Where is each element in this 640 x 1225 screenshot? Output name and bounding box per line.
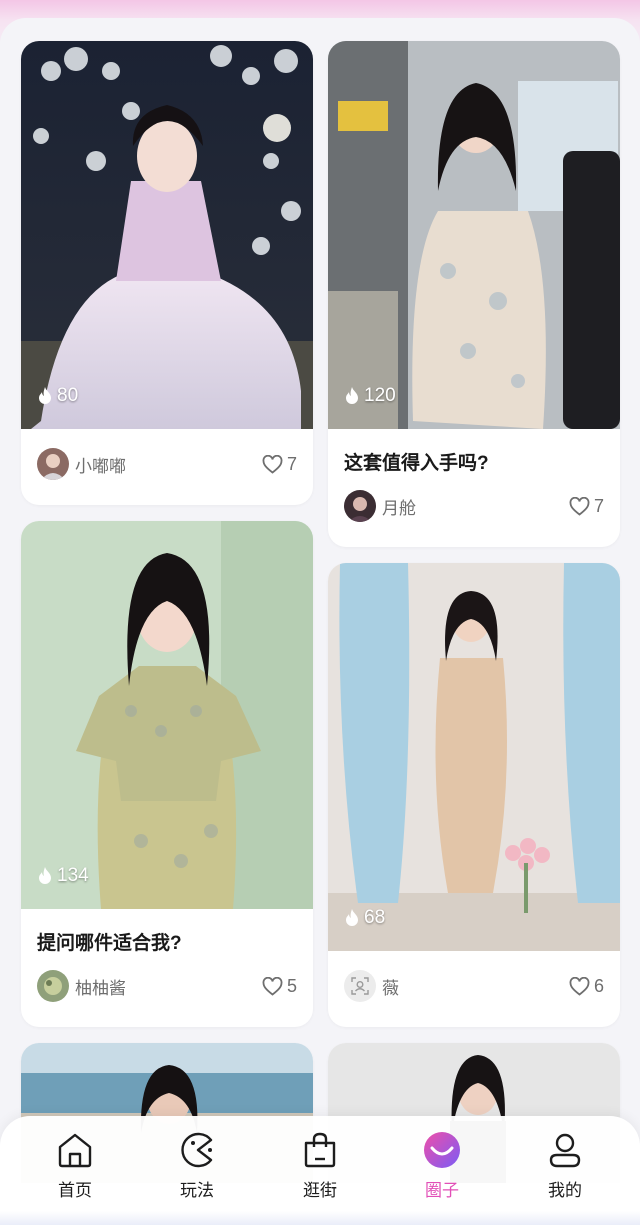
pacman-icon bbox=[181, 1132, 213, 1168]
heat-value: 68 bbox=[364, 907, 386, 928]
tab-play[interactable]: 玩法 bbox=[152, 1130, 242, 1201]
heat-count: 120 bbox=[344, 385, 396, 407]
heat-count: 68 bbox=[344, 907, 385, 929]
post-meta: 月舱 7 bbox=[344, 490, 604, 522]
avatar[interactable] bbox=[344, 490, 376, 522]
post-meta: 小嘟嘟 7 bbox=[37, 448, 297, 480]
like-button[interactable]: 5 bbox=[262, 976, 297, 997]
author-name[interactable]: 月舱 bbox=[382, 494, 569, 519]
home-indicator-area bbox=[0, 1211, 640, 1225]
like-count: 7 bbox=[593, 495, 604, 516]
post-title[interactable]: 提问哪件适合我? bbox=[37, 928, 182, 955]
heat-value: 120 bbox=[364, 385, 396, 406]
post-card[interactable]: 80 小嘟嘟 7 bbox=[21, 41, 313, 505]
feed-sheet: 80 小嘟嘟 7 120 这套值得入手吗? 月舱 7 134 提问哪件适合我? … bbox=[0, 18, 640, 1225]
heat-count: 134 bbox=[37, 865, 89, 887]
post-card[interactable]: 68 薇 6 bbox=[328, 563, 620, 1027]
flame-icon bbox=[39, 867, 51, 884]
heart-icon bbox=[569, 496, 590, 516]
heart-icon bbox=[262, 454, 283, 474]
avatar[interactable] bbox=[37, 970, 69, 1002]
like-count: 5 bbox=[286, 975, 297, 996]
post-meta: 柚柚酱 5 bbox=[37, 970, 297, 1002]
tab-label: 逛街 bbox=[303, 1181, 337, 1200]
like-count: 6 bbox=[593, 975, 604, 996]
avatar[interactable] bbox=[37, 448, 69, 480]
tab-circle[interactable]: 圈子 bbox=[397, 1130, 487, 1201]
post-card[interactable]: 120 这套值得入手吗? 月舱 7 bbox=[328, 41, 620, 547]
home-icon bbox=[58, 1133, 92, 1168]
post-photo[interactable]: 134 bbox=[21, 521, 313, 909]
user-icon bbox=[549, 1133, 581, 1168]
tab-label: 我的 bbox=[548, 1181, 582, 1200]
post-photo[interactable]: 120 bbox=[328, 41, 620, 429]
heat-value: 80 bbox=[57, 385, 79, 406]
flame-icon bbox=[39, 387, 51, 404]
heart-icon bbox=[262, 976, 283, 996]
like-button[interactable]: 6 bbox=[569, 976, 604, 997]
author-name[interactable]: 柚柚酱 bbox=[75, 974, 262, 999]
post-title[interactable]: 这套值得入手吗? bbox=[344, 448, 489, 475]
heat-count: 80 bbox=[37, 385, 78, 407]
author-name[interactable]: 薇 bbox=[382, 974, 569, 999]
heart-icon bbox=[569, 976, 590, 996]
post-card[interactable]: 134 提问哪件适合我? 柚柚酱 5 bbox=[21, 521, 313, 1027]
circle-smile-icon bbox=[424, 1132, 460, 1168]
like-button[interactable]: 7 bbox=[569, 496, 604, 517]
shopping-bag-icon bbox=[304, 1132, 336, 1168]
like-button[interactable]: 7 bbox=[262, 454, 297, 475]
bottom-tab-bar: 首页 玩法 逛街 圈子 我的 bbox=[0, 1116, 640, 1225]
tab-home[interactable]: 首页 bbox=[30, 1130, 120, 1201]
tab-label: 圈子 bbox=[425, 1181, 459, 1200]
post-photo[interactable]: 80 bbox=[21, 41, 313, 429]
tab-label: 玩法 bbox=[180, 1181, 214, 1200]
like-count: 7 bbox=[286, 453, 297, 474]
flame-icon bbox=[346, 387, 358, 404]
tab-label: 首页 bbox=[58, 1181, 92, 1200]
post-meta: 薇 6 bbox=[344, 970, 604, 1002]
post-photo[interactable]: 68 bbox=[328, 563, 620, 951]
flame-icon bbox=[346, 909, 358, 926]
author-name[interactable]: 小嘟嘟 bbox=[75, 452, 262, 477]
heat-value: 134 bbox=[57, 865, 89, 886]
tab-profile[interactable]: 我的 bbox=[520, 1130, 610, 1201]
avatar[interactable] bbox=[344, 970, 376, 1002]
tab-shopping[interactable]: 逛街 bbox=[275, 1130, 365, 1201]
default-avatar-icon bbox=[351, 977, 369, 995]
